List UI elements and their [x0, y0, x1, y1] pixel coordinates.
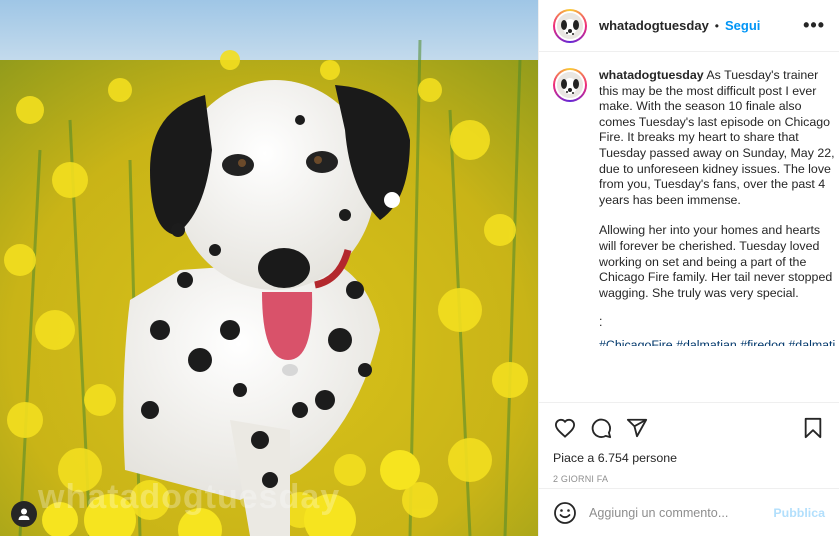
share-button[interactable] [625, 416, 649, 440]
heart-icon [554, 418, 576, 438]
caption-area: whatadogtuesday As Tuesday's trainer thi… [539, 52, 839, 402]
caption-author-avatar[interactable] [553, 68, 587, 102]
user-silhouette-icon [18, 508, 30, 520]
dalmatian-in-flowers-image [0, 0, 538, 536]
bookmark-icon [804, 417, 822, 439]
instagram-post: whatadogtuesday whatadogtuesday • Segui … [0, 0, 839, 536]
header-username[interactable]: whatadogtuesday [599, 18, 709, 33]
comment-input[interactable] [589, 505, 774, 520]
comment-icon [591, 418, 612, 439]
post-header: whatadogtuesday • Segui ••• [539, 0, 839, 52]
save-button[interactable] [801, 416, 825, 440]
post-caption: whatadogtuesday As Tuesday's trainer thi… [599, 68, 835, 402]
action-icons-row [553, 415, 825, 441]
dalmatian-avatar-icon [557, 12, 583, 39]
caption-username[interactable]: whatadogtuesday [599, 68, 704, 82]
caption-text-1: As Tuesday's trainer this may be the mos… [599, 68, 835, 207]
comment-bar: Pubblica [539, 488, 839, 536]
caption-paragraph-1: whatadogtuesday As Tuesday's trainer thi… [599, 68, 835, 208]
photo-watermark: whatadogtuesday [38, 478, 341, 516]
caption-hashtags[interactable]: #ChicagoFire #dalmatian #firedog #dalmat… [599, 338, 835, 346]
more-horizontal-icon: ••• [803, 15, 825, 35]
like-button[interactable] [553, 416, 577, 440]
tagged-users-button[interactable] [11, 501, 37, 527]
more-options-button[interactable]: ••• [803, 15, 825, 36]
post-side-panel: whatadogtuesday • Segui ••• whatadogtues… [538, 0, 839, 536]
caption-paragraph-2: Allowing her into your homes and hearts … [599, 223, 833, 300]
likes-count[interactable]: Piace a 6.754 persone [553, 451, 825, 465]
post-date[interactable]: 2 GIORNI FA [553, 474, 825, 484]
author-avatar[interactable] [553, 8, 587, 43]
follow-button[interactable]: Segui [725, 18, 760, 33]
smiley-icon[interactable] [553, 501, 577, 525]
post-actions: Piace a 6.754 persone 2 GIORNI FA Pubbli… [539, 402, 839, 536]
post-photo[interactable]: whatadogtuesday [0, 0, 538, 536]
header-separator: • [714, 18, 719, 33]
comment-button[interactable] [589, 416, 613, 440]
caption-dot: . [599, 315, 603, 330]
paper-plane-icon [626, 418, 648, 438]
publish-button[interactable]: Pubblica [773, 506, 825, 520]
dalmatian-avatar-icon [557, 72, 583, 98]
